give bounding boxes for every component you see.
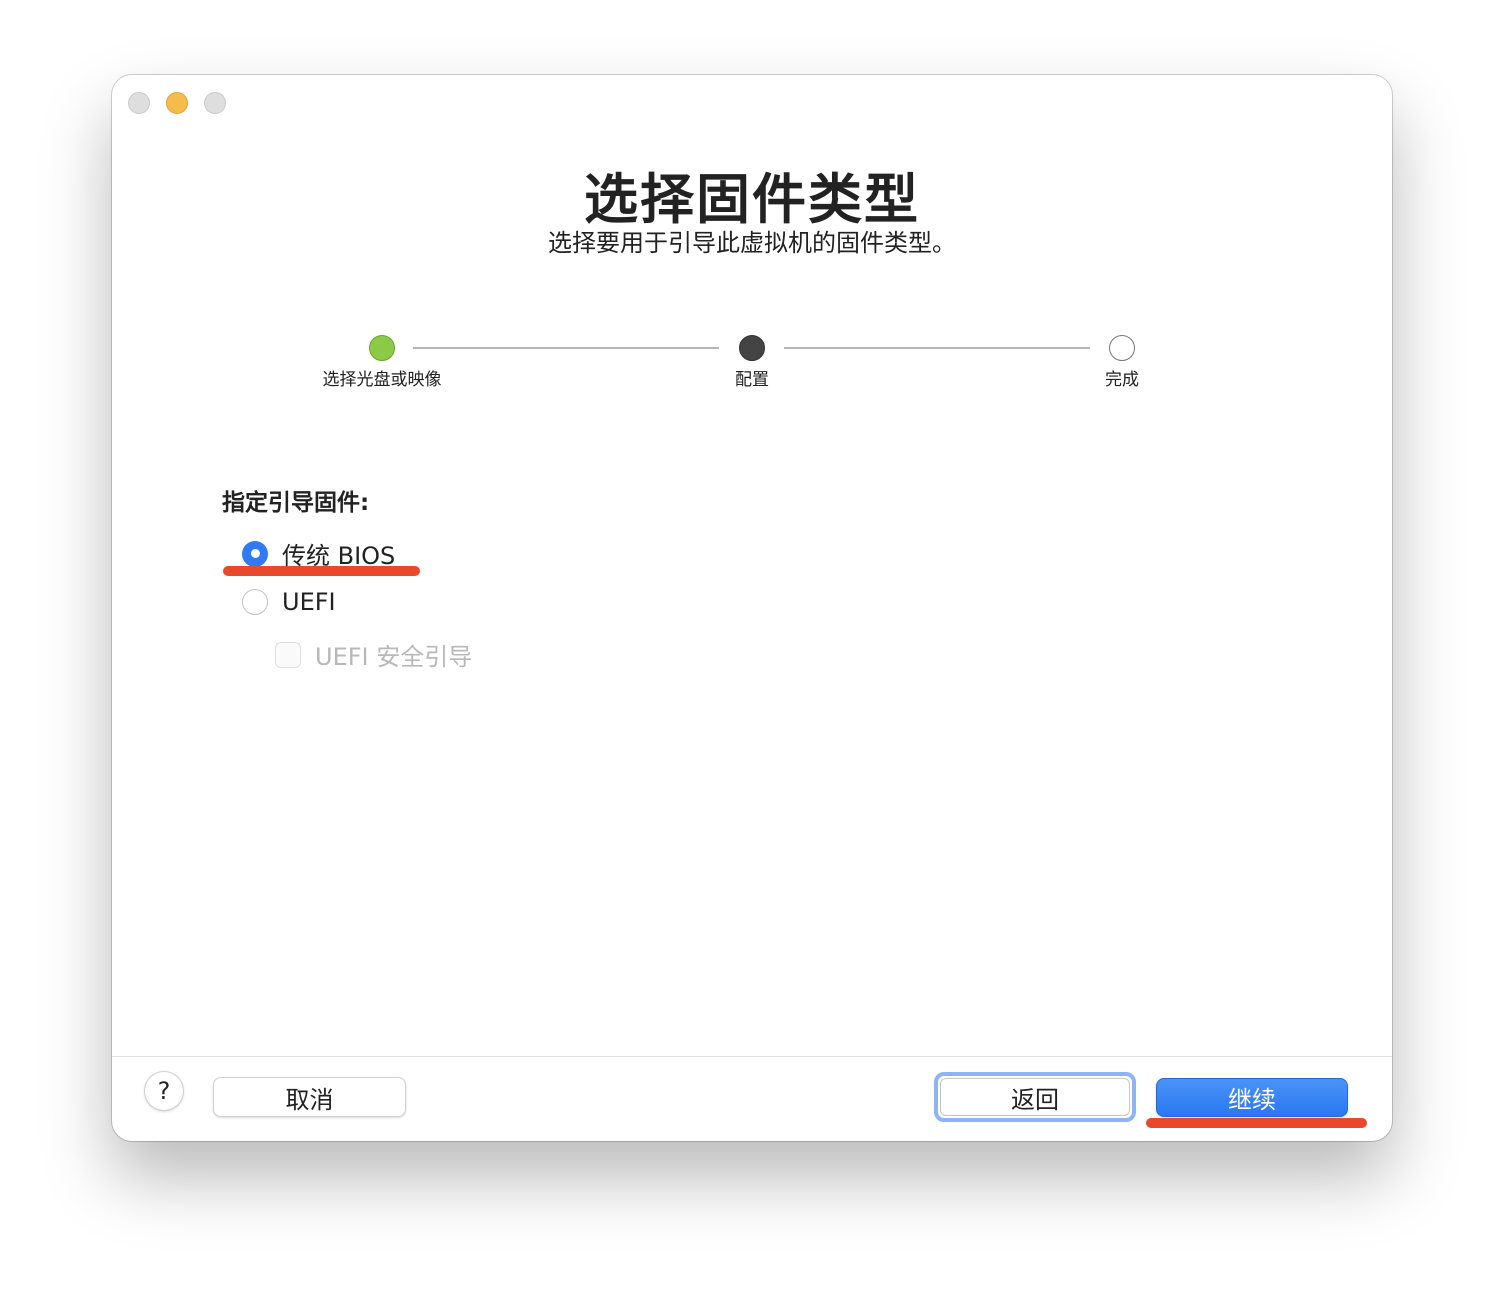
step-label-finish: 完成 <box>1105 370 1139 390</box>
checkbox-disabled-icon <box>275 641 301 668</box>
back-button[interactable]: 返回 <box>934 1072 1136 1122</box>
radio-checked-icon[interactable] <box>242 540 268 567</box>
radio-label-uefi: UEFI <box>282 588 336 616</box>
minimize-window-button[interactable] <box>166 92 188 114</box>
step-progress: 选择光盘或映像 配置 完成 <box>112 333 1392 393</box>
step-dot-future-icon <box>1109 335 1135 361</box>
radio-option-uefi[interactable]: UEFI <box>242 588 336 616</box>
close-window-button[interactable] <box>128 92 150 114</box>
checkbox-option-uefi-secure-boot: UEFI 安全引导 <box>275 637 472 672</box>
firmware-section-label: 指定引导固件: <box>222 490 370 516</box>
footer-divider <box>112 1056 1392 1057</box>
firmware-dialog-window: 选择固件类型 选择要用于引导此虚拟机的固件类型。 选择光盘或映像 配置 完成 指… <box>112 75 1392 1141</box>
continue-button[interactable]: 继续 <box>1156 1078 1348 1117</box>
radio-unchecked-icon[interactable] <box>242 589 268 615</box>
step-label-configure: 配置 <box>735 370 769 390</box>
back-button-label: 返回 <box>940 1078 1130 1116</box>
step-label-select-disc: 选择光盘或映像 <box>322 370 442 390</box>
annotation-underline-bios <box>223 566 420 576</box>
annotation-underline-continue <box>1146 1118 1367 1128</box>
step-connector <box>413 347 719 349</box>
help-button[interactable]: ? <box>144 1071 184 1111</box>
cancel-button[interactable]: 取消 <box>213 1077 406 1117</box>
window-controls <box>128 92 226 114</box>
step-dot-done-icon <box>369 335 395 361</box>
step-dot-current-icon <box>739 335 765 361</box>
page-subtitle: 选择要用于引导此虚拟机的固件类型。 <box>548 229 956 257</box>
checkbox-label-secure-boot: UEFI 安全引导 <box>315 643 473 671</box>
zoom-window-button[interactable] <box>204 92 226 114</box>
step-connector <box>784 347 1090 349</box>
